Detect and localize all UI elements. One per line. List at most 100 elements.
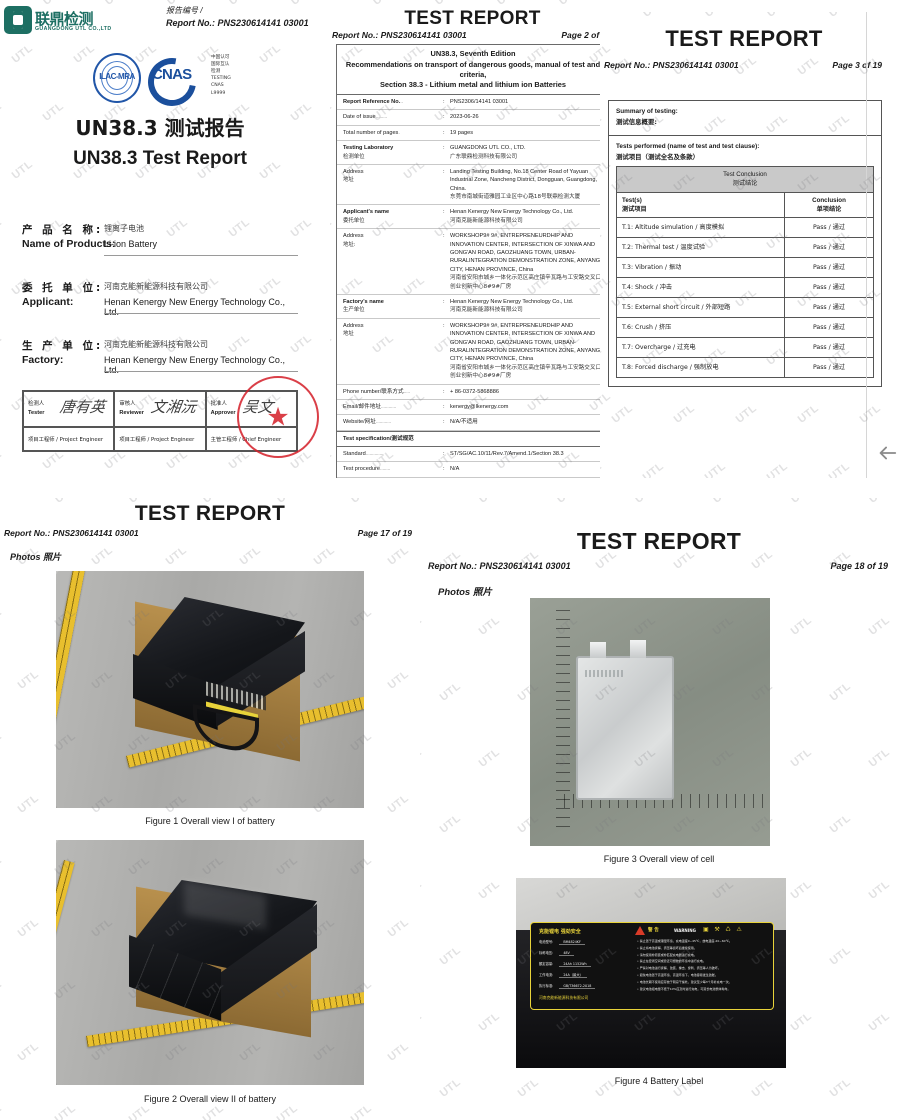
detail-colon: : xyxy=(443,419,445,426)
detail-colon: : xyxy=(443,98,445,105)
figure-2-caption: Figure 2 Overall view II of battery xyxy=(143,1094,277,1104)
engineer-role-cell: 项目工程师 / Project Engineer xyxy=(114,427,206,451)
label-caution-row: • 电池长期不使用应存放于阴凉干燥处，建议至少每3个月补充电一次。 xyxy=(637,979,732,984)
label-caution-row: • 禁止在密闭空间或靠近可燃物的环境中进行充电。 xyxy=(637,959,706,964)
test-conclusion-cell: Pass / 通过 xyxy=(784,237,874,259)
label-pictogram-icons: ▣ ⚒ ♺ ⚠ xyxy=(703,927,744,933)
cover-field-value-en: Henan Kenergy New Energy Technology Co.,… xyxy=(104,355,285,375)
detail-row: Factory's name 生产单位: Henan Kenergy New Ene… xyxy=(337,295,609,319)
cover-field-label-en: Applicant: xyxy=(22,296,74,308)
detail-colon: : xyxy=(443,209,445,216)
detail-value: N/A/不适用 xyxy=(450,419,478,426)
detail-value: Landing Testing Building, No.18 Center R… xyxy=(450,168,598,201)
detail-colon: : xyxy=(443,114,445,121)
page-number: Page 3 of 19 xyxy=(832,60,882,70)
summary-heading: Summary of testing: 测试信息概要: xyxy=(609,101,881,136)
label-caution-row: • 严禁对电池进行拆解、改装、撞击、穿刺、挤压等人为破坏。 xyxy=(637,966,721,971)
column-header-tests: Test(s) 测试项目 xyxy=(616,191,785,219)
figure-3-caption: Figure 3 Overall view of cell xyxy=(603,854,715,864)
table-row: T.7: Overcharge / 过充电 Pass / 通过 xyxy=(616,337,874,359)
figure-4-photo: 克能锂电 强劲安全 警 告 WARNING ▣ ⚒ ♺ ⚠ 电池型号: BM482… xyxy=(516,878,786,1068)
photos-label: Photos 照片 xyxy=(10,552,61,562)
detail-colon: : xyxy=(443,388,445,395)
detail-value: + 86-0372-5868886 xyxy=(450,388,499,395)
cover-field-underline xyxy=(104,371,298,372)
cover-title-cn: UN38.3 测试报告 xyxy=(75,116,245,140)
test-name-cell: T.1: Altitude simulation / 高度模拟 xyxy=(616,217,785,239)
report-number: Report No.: PNS230614141 03001 xyxy=(332,30,467,40)
table-row: T.1: Altitude simulation / 高度模拟 Pass / 通过 xyxy=(616,217,874,239)
label-spec-key: 工作电流: xyxy=(539,973,554,977)
table-row: Test(s) 测试项目 Conclusion 单项结论 xyxy=(616,191,874,219)
detail-key: Report Reference No... xyxy=(343,98,403,105)
report-page-18-photos: UTL UTL UTL UTL UTL UTL UTL UTL UTL UTL UTL UTL UTL U… xyxy=(420,498,898,1120)
label-caution-row: • 避免电池置于高温环境、高温环境下，电池容易发生鼓胀。 xyxy=(637,973,718,977)
standard-desc-line2: Section 38.3 - Lithium metal and lithium… xyxy=(379,79,567,89)
detail-colon: : xyxy=(443,451,445,458)
label-caution-row: • 请勿使用非原装或非匹配充电器进行充电。 xyxy=(637,952,697,957)
test-conclusion-cell: Pass / 通过 xyxy=(784,337,874,359)
test-conclusion-cell: Pass / 通过 xyxy=(784,257,874,279)
test-conclusion-cell: Pass / 通过 xyxy=(784,277,874,299)
signature-cell: 审核人 Reviewer 文湘沅 xyxy=(114,391,206,427)
test-name-cell: T.8: Forced discharge / 强制放电 xyxy=(616,357,785,379)
figure-4-caption: Figure 4 Battery Label xyxy=(614,1076,704,1086)
detail-colon: : xyxy=(443,466,445,473)
cell-printed-text xyxy=(585,670,625,677)
figure-2-photo xyxy=(56,840,364,1085)
cell-tab-positive xyxy=(630,640,646,658)
tests-performed-cn: 测试项目（测试全名及条款） xyxy=(616,152,700,161)
test-conclusion-cell: Pass / 通过 xyxy=(784,317,874,339)
column-header-conclusion: Conclusion 单项结论 xyxy=(784,191,874,219)
cover-field-label-en: Factory: xyxy=(22,354,64,366)
detail-row: Test specification/测试规范 xyxy=(337,430,609,448)
page-title: TEST REPORT xyxy=(404,8,541,29)
detail-value: 2023-06-26 xyxy=(450,114,479,121)
cover-field-label-cn: 委 托 单 位: xyxy=(22,282,104,294)
figure-1-caption: Figure 1 Overall view I of battery xyxy=(145,816,275,826)
test-conclusion-table: Test Conclusion 测试结论 Test(s) 测试项目 Conclusion… xyxy=(616,166,874,379)
tests-performed-heading: Tests performed (name of test and test c… xyxy=(609,136,881,167)
detail-value: kenergy@lkenergy.com xyxy=(450,403,509,410)
label-spec-value: 24A（最大） xyxy=(559,972,587,978)
label-spec-key: 执行标准: xyxy=(539,984,554,988)
report-page-2: UTL UTL UTL UTL UTL UTL UTL UTL UTL UTL UTL UTL UTL U… xyxy=(330,0,615,478)
cover-field-value-cn: 河南克能新能源科技有限公司 xyxy=(104,340,208,349)
detail-row: Date of issue.........:2023-06-26 xyxy=(337,110,609,126)
company-seal-stamp: ★ xyxy=(237,376,319,458)
detail-key: Testing Laboratory 检测单位 xyxy=(343,145,394,160)
report-number: Report No.: PNS230614141 03001 xyxy=(428,561,571,571)
detail-value: N/A xyxy=(450,466,460,473)
summary-of-testing-box: Summary of testing: 测试信息概要: Tests perfor… xyxy=(608,100,882,388)
detail-row: Total number of pages.:19 pages xyxy=(337,126,609,142)
page-title: TEST REPORT xyxy=(134,502,286,525)
label-company-name: 河南克能新能源科技有限公司 xyxy=(539,995,589,1000)
label-brand-line: 克能锂电 强劲安全 xyxy=(539,929,581,935)
back-arrow-icon[interactable] xyxy=(876,442,898,464)
summary-label-en: Summary of testing: xyxy=(616,108,678,115)
detail-key: Address 地址 xyxy=(343,168,364,184)
detail-key: Address 地址: xyxy=(343,233,364,248)
detail-colon: : xyxy=(443,233,445,240)
battery-label-panel: 克能锂电 强劲安全 警 告 WARNING ▣ ⚒ ♺ ⚠ 电池型号: BM482… xyxy=(530,922,774,1010)
test-name-cell: T.7: Overcharge / 过充电 xyxy=(616,337,785,359)
standard-header: UN38.3, Seventh Edition Recommendations … xyxy=(337,45,609,95)
cnas-icon: CNAS xyxy=(138,48,206,116)
pouch-cell-body xyxy=(576,656,674,800)
detail-key: Applicant's name 委托单位 xyxy=(343,209,390,224)
detail-key: Date of issue......... xyxy=(343,114,387,121)
label-spec-row: 工作电流: 24A（最大） xyxy=(539,972,587,978)
table-row: T.4: Shock / 冲击 Pass / 通过 xyxy=(616,277,874,299)
label-spec-value: GB/T36672-2018 xyxy=(559,984,596,989)
detail-colon: : xyxy=(443,145,445,152)
detail-row: Address 地址: WORKSHOP9# 9#, ENTREPRENEURDHI… xyxy=(337,319,609,385)
signature-cell: 检测人 Tester 唐有英 xyxy=(23,391,115,427)
figure-3-photo xyxy=(530,598,770,846)
detail-row: Standard..............: ST/SG/AC.10/11/Re… xyxy=(337,447,609,463)
detail-row: Address 地址: Landing Testing Building, No.1… xyxy=(337,165,609,206)
cnas-side-line: 检测 xyxy=(211,69,221,75)
detail-value: ST/SG/AC.10/11/Rev.7/Amend.1/Section 38.… xyxy=(450,451,564,458)
detail-key: Address 地址 xyxy=(343,322,364,338)
detail-value: Henan Kenergy New Energy Technology Co.,… xyxy=(450,298,574,314)
ilac-mra-icon: ILAC-MRA xyxy=(93,53,141,103)
